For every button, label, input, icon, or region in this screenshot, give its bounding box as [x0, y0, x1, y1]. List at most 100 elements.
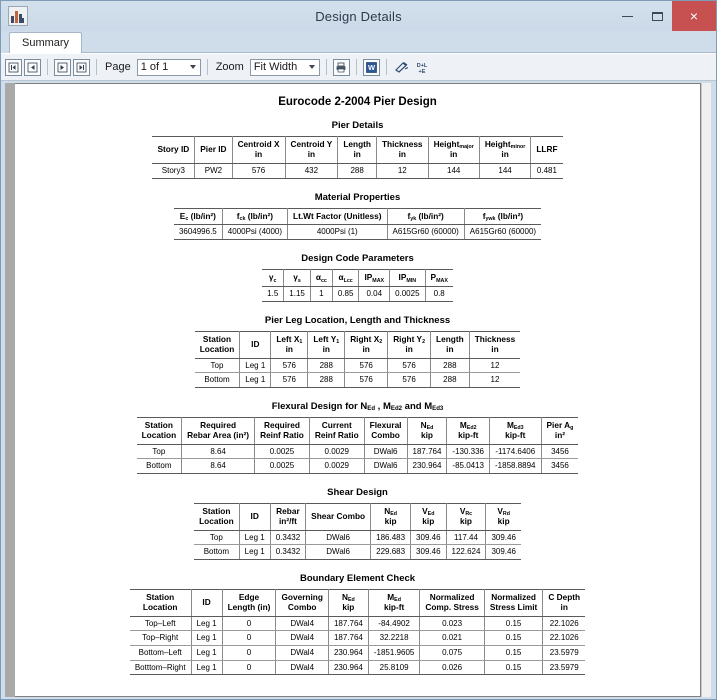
- column-header: IPMAX: [358, 269, 391, 287]
- table-row: Bottom Leg 1 0.3432 DWal6 229.683 309.46 122.6…: [194, 544, 521, 560]
- table-cell: -1174.6406: [489, 444, 542, 460]
- column-header: γc: [262, 269, 285, 287]
- table-cell: DWal6: [305, 530, 372, 546]
- units-button[interactable]: D+L +E: [413, 59, 431, 76]
- table-row: Top Leg 1 576 288 576 576 288 12: [194, 358, 521, 374]
- toolbar-separator-5: [355, 59, 357, 75]
- first-page-icon: [8, 62, 19, 72]
- column-header: αLcc: [331, 269, 360, 287]
- column-header: Current Reinf Ratio: [308, 416, 365, 445]
- table-cell: -85.0413: [446, 458, 491, 474]
- column-header: fyk (lb/in²): [386, 207, 465, 226]
- table-design-code-parameters: γc γs αcc αLcc IPMAX IPMIN PMAX 1.5 1.15 1 0.85 0.0…: [262, 269, 453, 302]
- table-cell: Leg 1: [239, 372, 272, 388]
- page-title: Eurocode 2-2004 Pier Design: [278, 96, 437, 108]
- print-button[interactable]: [332, 58, 350, 76]
- table-cell: 0.0029: [308, 458, 365, 474]
- table-cell: 0.3432: [269, 544, 307, 560]
- table-cell: DWal4: [275, 660, 329, 676]
- table-cell: 0.023: [419, 616, 485, 632]
- page-area: Eurocode 2-2004 Pier Design Pier Details…: [15, 83, 701, 697]
- table-cell: Leg 1: [190, 645, 223, 661]
- toolbar-separator-2: [96, 59, 97, 75]
- last-page-button[interactable]: [73, 58, 90, 76]
- section-pier-details: Pier Details Story ID Pier ID Centroid Xin C…: [33, 120, 682, 179]
- table-cell: A615Gr60 (60000): [386, 224, 465, 241]
- table-cell: 187.764: [406, 444, 448, 460]
- table-cell: DWal6: [363, 458, 408, 474]
- tab-summary[interactable]: Summary: [9, 32, 83, 53]
- column-header: Required Reinf Ratio: [254, 416, 310, 445]
- column-header: VRc kip: [445, 502, 487, 531]
- table-boundary-element-check: Station Location ID Edge Length (in) Governin…: [129, 588, 586, 676]
- table-cell: 576: [270, 358, 309, 374]
- previous-page-button[interactable]: [24, 58, 41, 76]
- next-page-icon: [57, 62, 68, 72]
- table-cell: 122.624: [445, 544, 487, 560]
- export-word-button[interactable]: W: [362, 58, 380, 76]
- table-header-row: Story ID Pier ID Centroid Xin Centroid Yin L…: [152, 136, 563, 164]
- table-cell: Bottom: [194, 372, 241, 388]
- table-cell: A615Gr60 (60000): [463, 224, 542, 241]
- table-header-row: Station Location Required Rebar Area (in²) R…: [136, 416, 579, 445]
- table-cell: 309.46: [485, 530, 521, 546]
- column-header: Right Y2 in: [387, 330, 432, 359]
- table-cell: 288: [430, 358, 470, 374]
- column-header: fck (lb/in²): [221, 207, 289, 226]
- column-header: Pier ID: [194, 136, 233, 164]
- next-page-button[interactable]: [54, 58, 71, 76]
- toolbar-separator-4: [325, 59, 327, 75]
- column-header: fywk (lb/in²): [463, 207, 542, 226]
- vertical-scrollbar-left[interactable]: [5, 83, 15, 697]
- table-cell: Top–Right: [129, 630, 192, 646]
- column-header: Heightmajor in: [427, 136, 480, 164]
- column-header: Right X2 in: [344, 330, 389, 359]
- close-button[interactable]: ×: [672, 1, 716, 31]
- first-page-button[interactable]: [5, 58, 22, 76]
- table-cell: 187.764: [327, 616, 369, 632]
- table-cell: 0.0025: [254, 458, 310, 474]
- highlighter-icon: [395, 61, 409, 73]
- table-cell: 32.2218: [367, 630, 421, 646]
- table-cell: DWal6: [363, 444, 408, 460]
- vertical-scrollbar-right[interactable]: [701, 83, 711, 697]
- window-title: Design Details: [315, 8, 402, 24]
- table-cell: 0: [221, 645, 277, 661]
- table-row: Top Leg 1 0.3432 DWal6 186.483 309.46 117.44 30…: [194, 530, 521, 546]
- table-cell: 12: [468, 372, 521, 388]
- table-cell: 187.764: [327, 630, 369, 646]
- toolbar-separator-1: [47, 59, 48, 75]
- units-icon: D+L +E: [417, 63, 428, 74]
- table-cell: 0.3432: [269, 530, 307, 546]
- page-select[interactable]: 1 of 1: [136, 58, 201, 76]
- column-header: C Depth in: [542, 588, 586, 617]
- table-header-row: Station Location ID Rebar in²/ft Shear Combo N…: [194, 502, 521, 531]
- minimize-button[interactable]: [612, 1, 642, 31]
- table-shear-design: Station Location ID Rebar in²/ft Shear Combo N…: [194, 502, 521, 560]
- column-header: Ec (lb/in²): [173, 207, 223, 226]
- table-cell: 230.964: [327, 645, 369, 661]
- minimize-icon: [621, 15, 633, 17]
- table-cell: 576: [344, 358, 389, 374]
- last-page-icon: [76, 62, 87, 72]
- table-header-row: Station Location ID Edge Length (in) Governin…: [129, 588, 586, 617]
- table-cell: Top–Left: [129, 616, 192, 632]
- highlight-button[interactable]: [393, 59, 411, 76]
- tab-strip: Summary: [1, 31, 716, 53]
- column-header: Centroid Yin: [284, 136, 339, 164]
- table-cell: 12: [375, 163, 429, 179]
- chevron-down-icon: [308, 65, 315, 69]
- svg-text:W: W: [368, 63, 376, 72]
- maximize-button[interactable]: [642, 1, 672, 31]
- table-cell: Leg 1: [238, 544, 271, 560]
- toolbar-separator-6: [385, 59, 387, 75]
- table-cell: 8.64: [181, 444, 256, 460]
- section-title: Pier Details: [331, 120, 384, 131]
- zoom-select[interactable]: Fit Width: [249, 58, 320, 76]
- table-cell: 576: [231, 163, 286, 179]
- column-header: Station Location: [129, 588, 192, 617]
- section-boundary-element-check: Boundary Element Check Station Location ID E…: [33, 573, 682, 676]
- column-header: Required Rebar Area (in²): [181, 416, 256, 445]
- table-cell: DWal4: [275, 616, 329, 632]
- column-header: NEd kip: [370, 502, 412, 531]
